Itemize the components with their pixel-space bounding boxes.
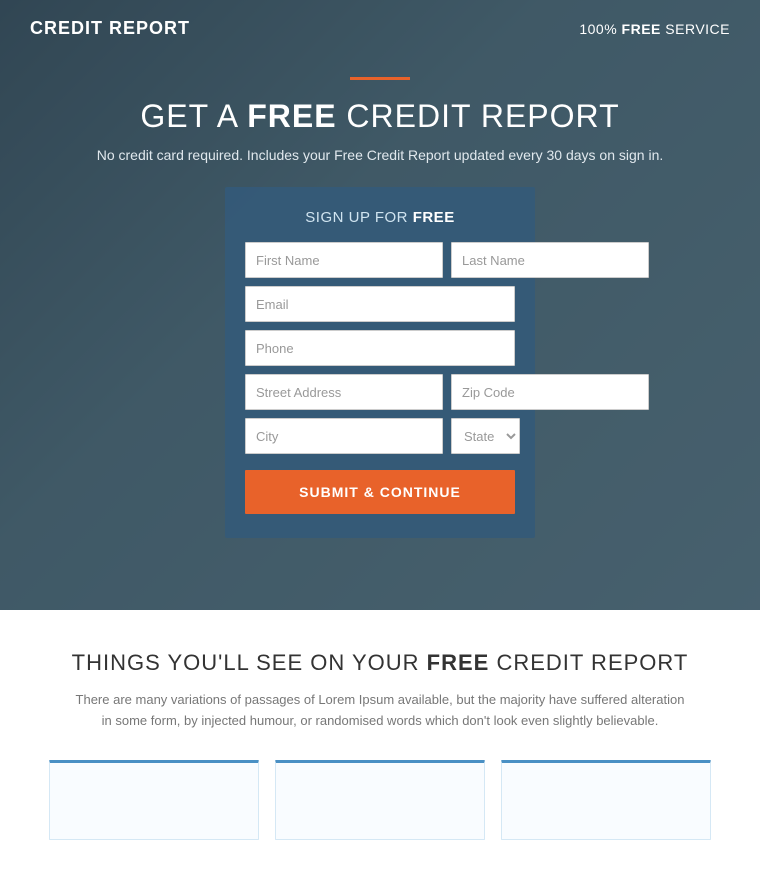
brand-logo: CREDIT REPORT [30,18,190,39]
first-name-input[interactable] [245,242,443,278]
phone-input[interactable] [245,330,515,366]
form-title: SIGN UP FOR FREE [245,209,515,226]
feature-card-2 [275,760,485,840]
signup-form-card: SIGN UP FOR FREE State ALAKAZCA [225,187,535,538]
bottom-section: THINGS YOU'LL SEE ON YOUR FREE CREDIT RE… [0,610,760,870]
top-nav: CREDIT REPORT 100% FREE SERVICE [0,0,760,57]
feature-card-3 [501,760,711,840]
feature-card-1 [49,760,259,840]
hero-content: GET A FREE CREDIT REPORT No credit card … [0,57,760,538]
address-row [245,374,515,410]
feature-cards [40,760,720,840]
last-name-input[interactable] [451,242,649,278]
submit-button[interactable]: SUBMIT & CONTINUE [245,470,515,514]
phone-row [245,330,515,366]
hero-divider [350,77,410,80]
service-badge: 100% FREE SERVICE [579,21,730,37]
email-row [245,286,515,322]
state-select[interactable]: State ALAKAZCA COFLGANY TX [451,418,520,454]
bottom-title: THINGS YOU'LL SEE ON YOUR FREE CREDIT RE… [40,650,720,676]
name-row [245,242,515,278]
city-state-row: State ALAKAZCA COFLGANY TX [245,418,515,454]
hero-title: GET A FREE CREDIT REPORT [0,98,760,135]
bottom-description: There are many variations of passages of… [70,690,690,732]
hero-section: CREDIT REPORT 100% FREE SERVICE GET A FR… [0,0,760,610]
hero-subtitle: No credit card required. Includes your F… [0,147,760,163]
city-input[interactable] [245,418,443,454]
zip-input[interactable] [451,374,649,410]
email-input[interactable] [245,286,515,322]
street-input[interactable] [245,374,443,410]
